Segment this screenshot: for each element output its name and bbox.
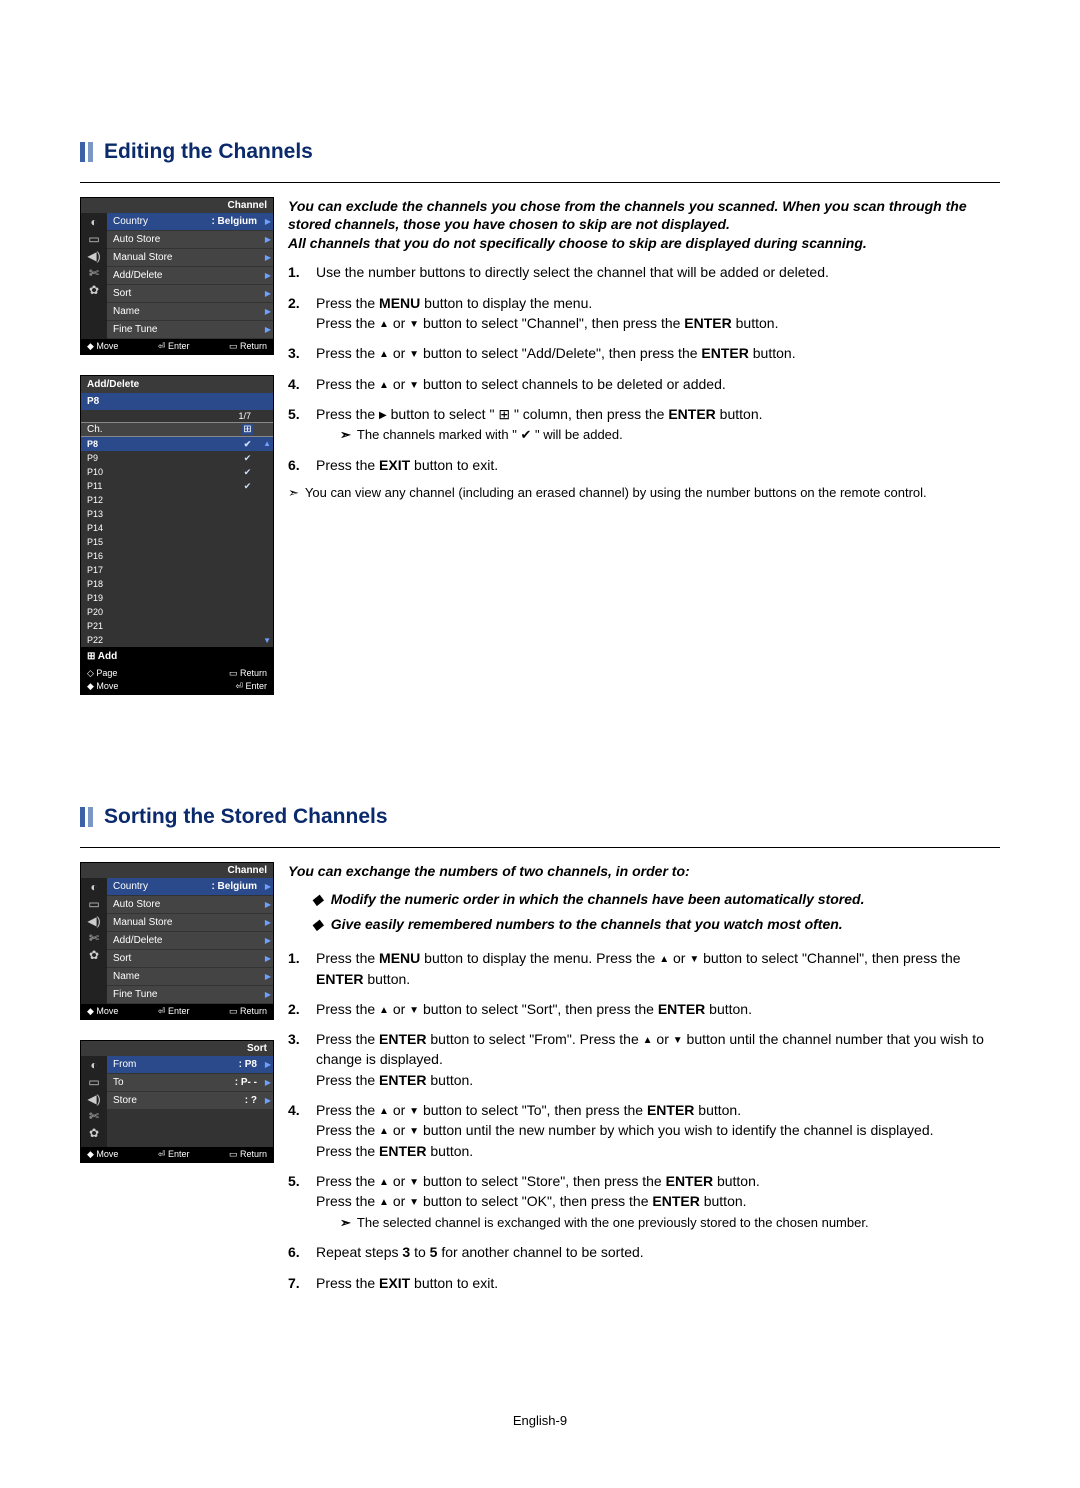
osd-row-name: Name▶ <box>107 303 273 321</box>
list-item: P15 <box>81 535 273 549</box>
osd-row-sort: Sort▶ <box>107 285 273 303</box>
step-5-note: ➣The selected channel is exchanged with … <box>340 1214 869 1233</box>
step-6: 6.Press the EXIT button to exit. <box>288 455 1000 475</box>
osd-channel-menu: Channel ◐ ▭ ◀) ✄ ✿ Country: Belgium▶ Aut… <box>80 197 274 355</box>
section-intro: You can exclude the channels you chose f… <box>288 197 1000 252</box>
osd-icon-strip: ◐ ▭ ◀) ✄ ✿ <box>81 213 107 339</box>
osd-row-to: To: P- -▶ <box>107 1074 273 1092</box>
up-icon <box>379 315 389 331</box>
step-3: 3.Press the ENTER button to select "From… <box>288 1029 1000 1090</box>
osd2-page: 1/7 <box>81 410 273 422</box>
down-icon <box>409 345 419 361</box>
section-title-row: Sorting the Stored Channels <box>80 805 1000 829</box>
list-item: P11✔ <box>81 479 273 493</box>
osd-row-manualstore: Manual Store▶ <box>107 249 273 267</box>
osd-channel-menu: Channel ◐▭◀)✄✿ Country: Belgium▶ Auto St… <box>80 862 274 1020</box>
step-5: 5.Press the or button to select "Store",… <box>288 1171 1000 1232</box>
list-item: P13 <box>81 507 273 521</box>
step-6: 6.Repeat steps 3 to 5 for another channe… <box>288 1242 1000 1262</box>
up-icon <box>379 376 389 392</box>
osd2-add-hint: ⊞ Add <box>81 647 273 666</box>
osd-row-store: Store: ?▶ <box>107 1092 273 1110</box>
osd2-selected: P8 <box>81 393 273 410</box>
osd-title: Channel <box>81 198 273 213</box>
osd2-list: ▲ P8✔ P9✔ P10✔ P11✔ P12 P13 P14 P15 P16 … <box>81 437 273 647</box>
section-intro: You can exchange the numbers of two chan… <box>288 862 1000 880</box>
down-icon <box>409 315 419 331</box>
gear-icon: ✿ <box>81 281 107 298</box>
osd-adddelete-menu: Add/Delete P8 1/7 Ch.⊞ ▲ P8✔ P9✔ P10✔ P1… <box>80 375 274 695</box>
list-item: P17 <box>81 563 273 577</box>
tv-icon: ▭ <box>81 230 107 247</box>
list-item: P22 <box>81 633 273 647</box>
osd-footer: ◆ Move ⏎ Enter ▭ Return <box>81 339 273 354</box>
list-item: P16 <box>81 549 273 563</box>
osd-row-adddelete: Add/Delete▶ <box>107 267 273 285</box>
step-1: 1.Press the MENU button to display the m… <box>288 948 1000 989</box>
section-title: Sorting the Stored Channels <box>104 805 388 829</box>
page-number: English-9 <box>80 1413 1000 1428</box>
plus-icon <box>498 406 510 422</box>
section-footnote: ➣You can view any channel (including an … <box>288 485 1000 501</box>
sound-icon: ◀) <box>81 247 107 264</box>
section-sorting-channels: Sorting the Stored Channels Channel ◐▭◀)… <box>80 805 1000 1303</box>
list-item: P20 <box>81 605 273 619</box>
osd2-footer: ◇ Page ▭ Return ◆ Move ⏎ Enter <box>81 666 273 694</box>
right-icon <box>379 406 387 422</box>
section-title-row: Editing the Channels <box>80 140 1000 164</box>
list-item: P10✔ <box>81 465 273 479</box>
step-3: 3.Press the or button to select "Add/Del… <box>288 343 1000 363</box>
list-item: P18 <box>81 577 273 591</box>
plus-icon: ⊞ <box>242 424 253 435</box>
osd-row-from: From: P8▶ <box>107 1056 273 1074</box>
osd-icon-strip: ◐▭◀)✄✿ <box>81 1056 107 1147</box>
step-1: 1.Use the number buttons to directly sel… <box>288 262 1000 282</box>
list-item: P9✔ <box>81 451 273 465</box>
list-item: P14 <box>81 521 273 535</box>
diamond-list: ◆Modify the numeric order in which the c… <box>312 890 1000 934</box>
osd-menu-list: Country: Belgium▶ Auto Store▶ Manual Sto… <box>107 213 273 339</box>
section-rule <box>80 847 1000 848</box>
osd-title: Sort <box>81 1041 273 1056</box>
section-rule <box>80 182 1000 183</box>
title-bar-icon <box>80 142 96 162</box>
list-item: P8✔ <box>81 437 273 451</box>
step-4: 4.Press the or button to select channels… <box>288 374 1000 394</box>
scroll-up-icon: ▲ <box>263 439 271 448</box>
step-2: 2.Press the or button to select "Sort", … <box>288 999 1000 1019</box>
list-item: P12 <box>81 493 273 507</box>
osd-row-country: Country: Belgium▶ <box>107 213 273 231</box>
step-2: 2.Press the MENU button to display the m… <box>288 293 1000 334</box>
picture-icon: ◐ <box>81 213 107 230</box>
section-title: Editing the Channels <box>104 140 313 164</box>
osd-title: Channel <box>81 863 273 878</box>
step-4: 4.Press the or button to select "To", th… <box>288 1100 1000 1161</box>
down-icon <box>409 376 419 392</box>
osd2-columns: Ch.⊞ <box>81 422 273 437</box>
scroll-down-icon: ▼ <box>263 636 271 645</box>
list-item: P19 <box>81 591 273 605</box>
section-editing-channels: Editing the Channels Channel ◐ ▭ ◀) ✄ ✿ … <box>80 140 1000 695</box>
step-7: 7.Press the EXIT button to exit. <box>288 1273 1000 1293</box>
osd-row-finetune: Fine Tune▶ <box>107 321 273 339</box>
osd2-title: Add/Delete <box>81 376 273 393</box>
step-5-note: ➣The channels marked with " " will be ad… <box>340 426 763 445</box>
up-icon <box>379 345 389 361</box>
list-item: P21 <box>81 619 273 633</box>
osd-icon-strip: ◐▭◀)✄✿ <box>81 878 107 1004</box>
tool-icon: ✄ <box>81 264 107 281</box>
osd-sort-menu: Sort ◐▭◀)✄✿ From: P8▶ To: P- -▶ Store: ?… <box>80 1040 274 1163</box>
title-bar-icon <box>80 807 96 827</box>
osd-row-autostore: Auto Store▶ <box>107 231 273 249</box>
step-5: 5.Press the button to select " " column,… <box>288 404 1000 445</box>
check-icon <box>521 427 532 442</box>
